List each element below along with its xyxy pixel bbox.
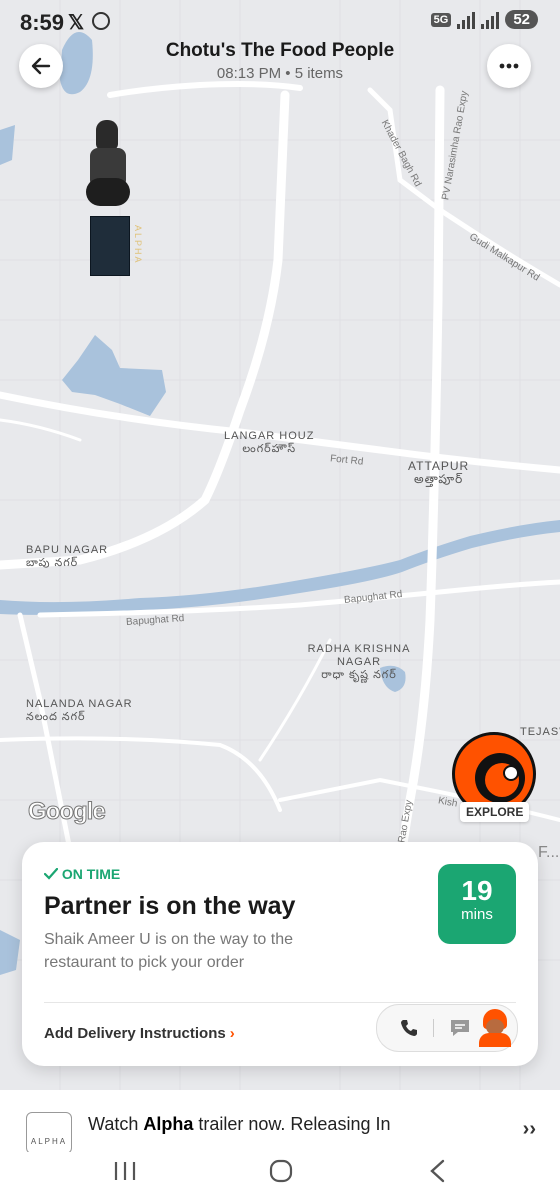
add-delivery-instructions-link[interactable]: Add Delivery Instructions › bbox=[44, 1025, 235, 1042]
on-time-status: ON TIME bbox=[43, 866, 120, 882]
order-status-card: ON TIME Partner is on the way Shaik Amee… bbox=[22, 842, 538, 1066]
eta-badge: 19 mins bbox=[438, 864, 516, 944]
map-label-bapu-nagar: BAPU NAGAR బాపు నగర్ bbox=[26, 544, 109, 569]
promo-banner[interactable]: ALPHA Watch Alpha trailer now. Releasing… bbox=[0, 1090, 560, 1154]
explore-label[interactable]: EXPLORE bbox=[460, 802, 530, 822]
map-label-tejasw: TEJASW bbox=[520, 726, 560, 738]
whatsapp-icon bbox=[92, 12, 110, 30]
contact-partner-pill bbox=[376, 1004, 518, 1052]
alpha-logo: ALPHA bbox=[26, 1112, 72, 1154]
chat-icon[interactable] bbox=[449, 1018, 471, 1038]
delivery-partner-avatar[interactable] bbox=[477, 1009, 513, 1047]
x-icon: 𝕏 bbox=[68, 12, 85, 34]
signal-icon bbox=[457, 11, 476, 29]
card-divider bbox=[44, 1002, 516, 1003]
double-chevron-icon[interactable]: ›› bbox=[523, 1118, 536, 1141]
more-button[interactable] bbox=[487, 44, 531, 88]
more-icon bbox=[499, 63, 519, 69]
back-icon[interactable] bbox=[428, 1159, 448, 1183]
promo-text: Watch Alpha trailer now. Releasing In bbox=[88, 1114, 391, 1134]
restaurant-name: Chotu's The Food People bbox=[165, 40, 395, 61]
status-bar: 8:59 𝕏 5G 52 bbox=[0, 0, 560, 44]
order-status-title: Partner is on the way bbox=[44, 892, 296, 920]
eta-value: 19 bbox=[461, 875, 493, 906]
status-time: 8:59 bbox=[20, 10, 65, 35]
network-type: 5G bbox=[430, 12, 452, 27]
check-icon bbox=[43, 867, 59, 880]
order-status-description: Shaik Ameer U is on the way to the resta… bbox=[44, 931, 294, 971]
system-nav-bar bbox=[0, 1152, 560, 1200]
signal-icon-2 bbox=[481, 11, 500, 29]
phone-icon[interactable] bbox=[399, 1018, 419, 1038]
map-label-attapur: ATTAPUR అత్తాపూర్ bbox=[408, 459, 470, 486]
eta-unit: mins bbox=[461, 906, 493, 923]
chevron-right-icon: › bbox=[229, 1025, 235, 1042]
map-cut-text: F... bbox=[538, 844, 560, 861]
order-meta: 08:13 PM • 5 items bbox=[216, 65, 344, 82]
map-label-radha-krishna-nagar: RADHA KRISHNA NAGAR రాధా కృష్ణ నగర్ bbox=[307, 643, 411, 681]
google-logo: Google bbox=[28, 798, 107, 826]
alpha-ad-sign: ALPHA bbox=[90, 216, 143, 276]
map-label-langar-houz: LANGAR HOUZ లంగర్‌హౌస్ bbox=[224, 430, 315, 455]
pill-divider bbox=[433, 1019, 434, 1037]
delivery-partner-marker: ALPHA bbox=[86, 120, 143, 280]
map-label-nalanda-nagar: NALANDA NAGAR నలంద నగర్ bbox=[26, 698, 133, 723]
home-icon[interactable] bbox=[268, 1158, 294, 1184]
recents-icon[interactable] bbox=[113, 1160, 137, 1182]
battery-icon: 52 bbox=[505, 10, 538, 29]
